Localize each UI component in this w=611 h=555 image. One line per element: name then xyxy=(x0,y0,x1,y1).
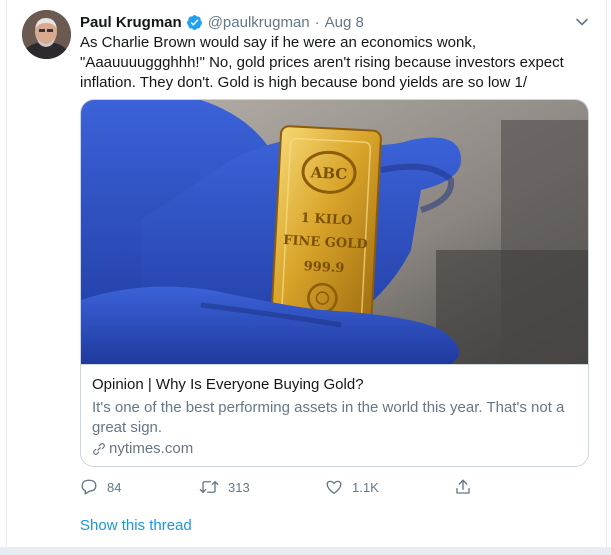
gold-bar-logo-text: ABC xyxy=(309,163,347,183)
retweet-button[interactable]: 313 xyxy=(199,478,250,496)
tweet-text: As Charlie Brown would say if he were an… xyxy=(80,33,590,93)
tweet-text-line: As Charlie Brown would say if he were an… xyxy=(80,34,477,51)
card-body: Opinion | Why Is Everyone Buying Gold? I… xyxy=(81,364,588,466)
like-button[interactable]: 1.1K xyxy=(325,478,379,496)
gold-bar-fineness-text: 999.9 xyxy=(303,259,344,276)
avatar[interactable] xyxy=(22,10,71,59)
card-image: ABC 1 KILO FINE GOLD 999.9 xyxy=(81,100,588,364)
retweet-icon xyxy=(199,481,219,493)
card-title: Opinion | Why Is Everyone Buying Gold? xyxy=(92,376,364,393)
retweet-count: 313 xyxy=(228,479,250,495)
verified-badge-icon xyxy=(186,14,203,31)
share-icon xyxy=(456,479,470,494)
chevron-down-icon[interactable] xyxy=(574,14,590,30)
reply-count: 84 xyxy=(107,479,122,495)
heart-icon xyxy=(326,480,342,495)
share-button[interactable] xyxy=(454,478,481,496)
tweet-date[interactable]: Aug 8 xyxy=(325,14,364,31)
author-name[interactable]: Paul Krugman xyxy=(80,14,182,31)
like-count: 1.1K xyxy=(352,479,379,495)
card-description-line: It's one of the best performing assets i… xyxy=(92,399,565,416)
tweet-text-line: "Aaauuuuggghhh!" No, gold prices aren't … xyxy=(80,54,564,71)
author-handle[interactable]: @paulkrugman xyxy=(208,14,310,31)
link-preview-card[interactable]: ABC 1 KILO FINE GOLD 999.9 Opinion | Why… xyxy=(80,99,589,467)
separator: · xyxy=(314,13,320,31)
card-domain: nytimes.com xyxy=(92,440,193,457)
tweet-header: Paul Krugman @paulkrugman · Aug 8 xyxy=(80,12,364,32)
reply-button[interactable]: 84 xyxy=(80,478,121,496)
timeline-divider xyxy=(0,547,611,555)
show-thread-link[interactable]: Show this thread xyxy=(80,517,192,534)
tweet-text-line: inflation. They don't. Gold is high beca… xyxy=(80,74,528,91)
tweet-actions: 84 313 1.1K xyxy=(80,478,480,498)
avatar-photo xyxy=(22,10,71,59)
card-description-line: great sign. xyxy=(92,419,163,436)
card-description: It's one of the best performing assets i… xyxy=(92,398,572,438)
gold-bar-weight-text: 1 KILO xyxy=(300,211,352,229)
card-domain-text: nytimes.com xyxy=(109,440,194,457)
link-icon xyxy=(93,442,105,455)
reply-icon xyxy=(81,479,97,495)
